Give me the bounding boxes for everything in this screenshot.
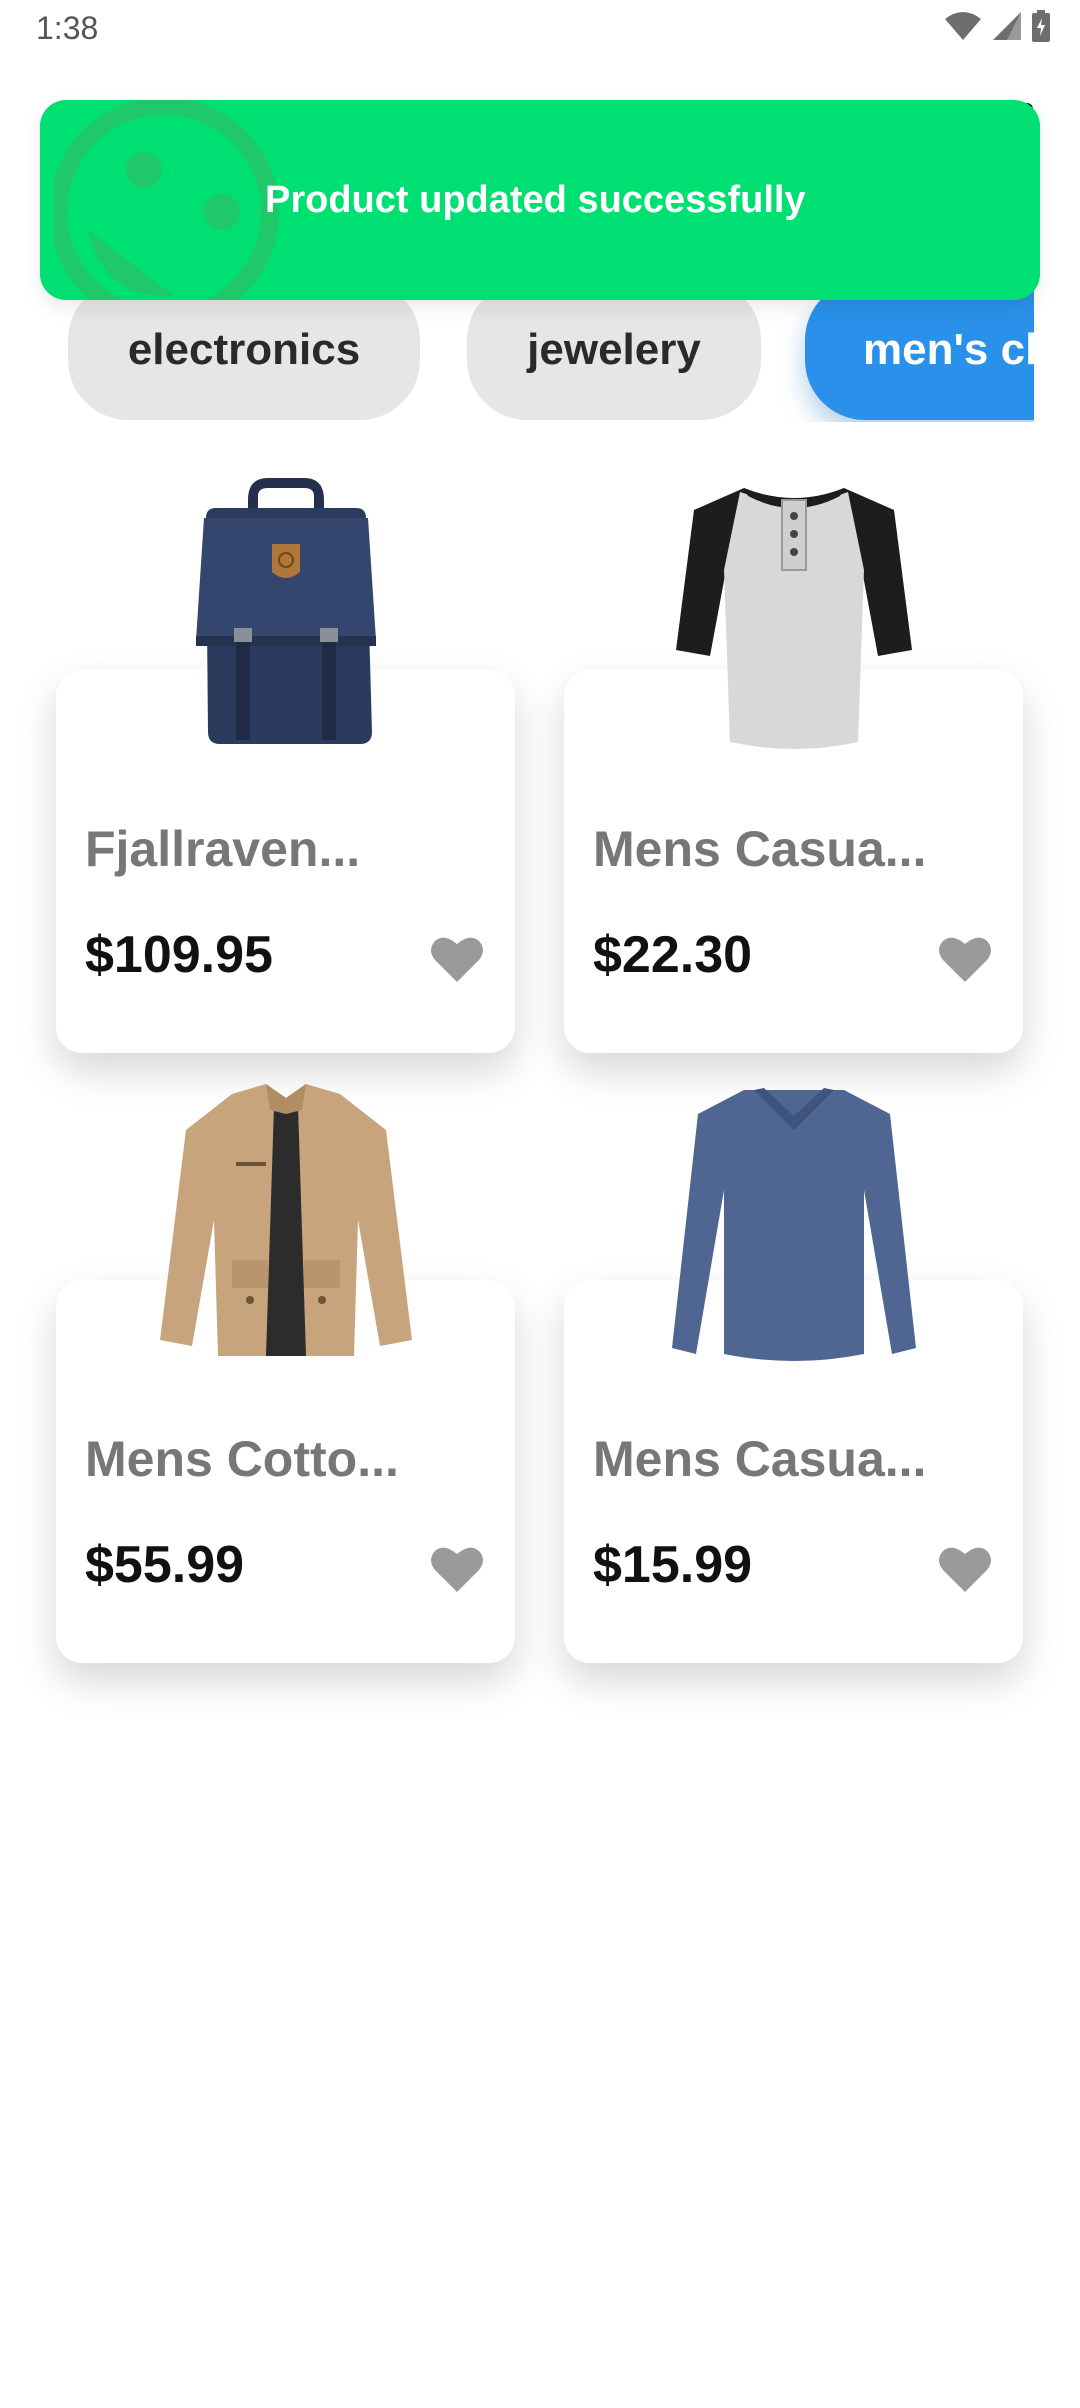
battery-icon xyxy=(1032,10,1050,42)
product-name: Fjallraven... xyxy=(85,821,361,877)
product-name: Mens Casua... xyxy=(593,821,927,877)
product-name: Mens Cotto... xyxy=(85,1431,399,1487)
status-time: 1:38 xyxy=(36,10,99,46)
product-price: $22.30 xyxy=(593,926,753,984)
product-card[interactable]: Mens Casua... $22.30 xyxy=(564,488,1023,1053)
product-card[interactable]: Mens Cotto... $55.99 xyxy=(56,1084,515,1663)
signal-icon xyxy=(992,11,1022,41)
product-image-backpack xyxy=(136,460,436,760)
product-card[interactable]: Fjallraven... $109.95 xyxy=(56,478,515,1053)
status-icons xyxy=(944,10,1050,42)
toast-message: Product updated successfully xyxy=(265,178,806,221)
product-name: Mens Casua... xyxy=(593,1431,927,1487)
product-image-raglan-tshirt xyxy=(644,460,944,760)
heart-icon[interactable] xyxy=(937,1544,993,1594)
toast-notification[interactable]: Product updated successfully xyxy=(40,100,1040,300)
product-image-long-sleeve-shirt xyxy=(644,1070,944,1370)
heart-icon[interactable] xyxy=(937,934,993,984)
chip-mens-clothing[interactable]: men's cl xyxy=(805,280,1034,420)
status-bar: 1:38 xyxy=(0,0,1080,60)
heart-icon[interactable] xyxy=(429,1544,485,1594)
chip-jewelery[interactable]: jewelery xyxy=(467,280,761,420)
product-image-jacket xyxy=(136,1070,436,1370)
product-price: $109.95 xyxy=(85,926,273,984)
product-price: $15.99 xyxy=(593,1536,753,1594)
product-price: $55.99 xyxy=(85,1536,245,1594)
product-card[interactable]: Mens Casua... $15.99 xyxy=(564,1088,1023,1663)
heart-icon[interactable] xyxy=(429,934,485,984)
chip-electronics[interactable]: electronics xyxy=(68,280,420,420)
wifi-icon xyxy=(944,11,982,41)
